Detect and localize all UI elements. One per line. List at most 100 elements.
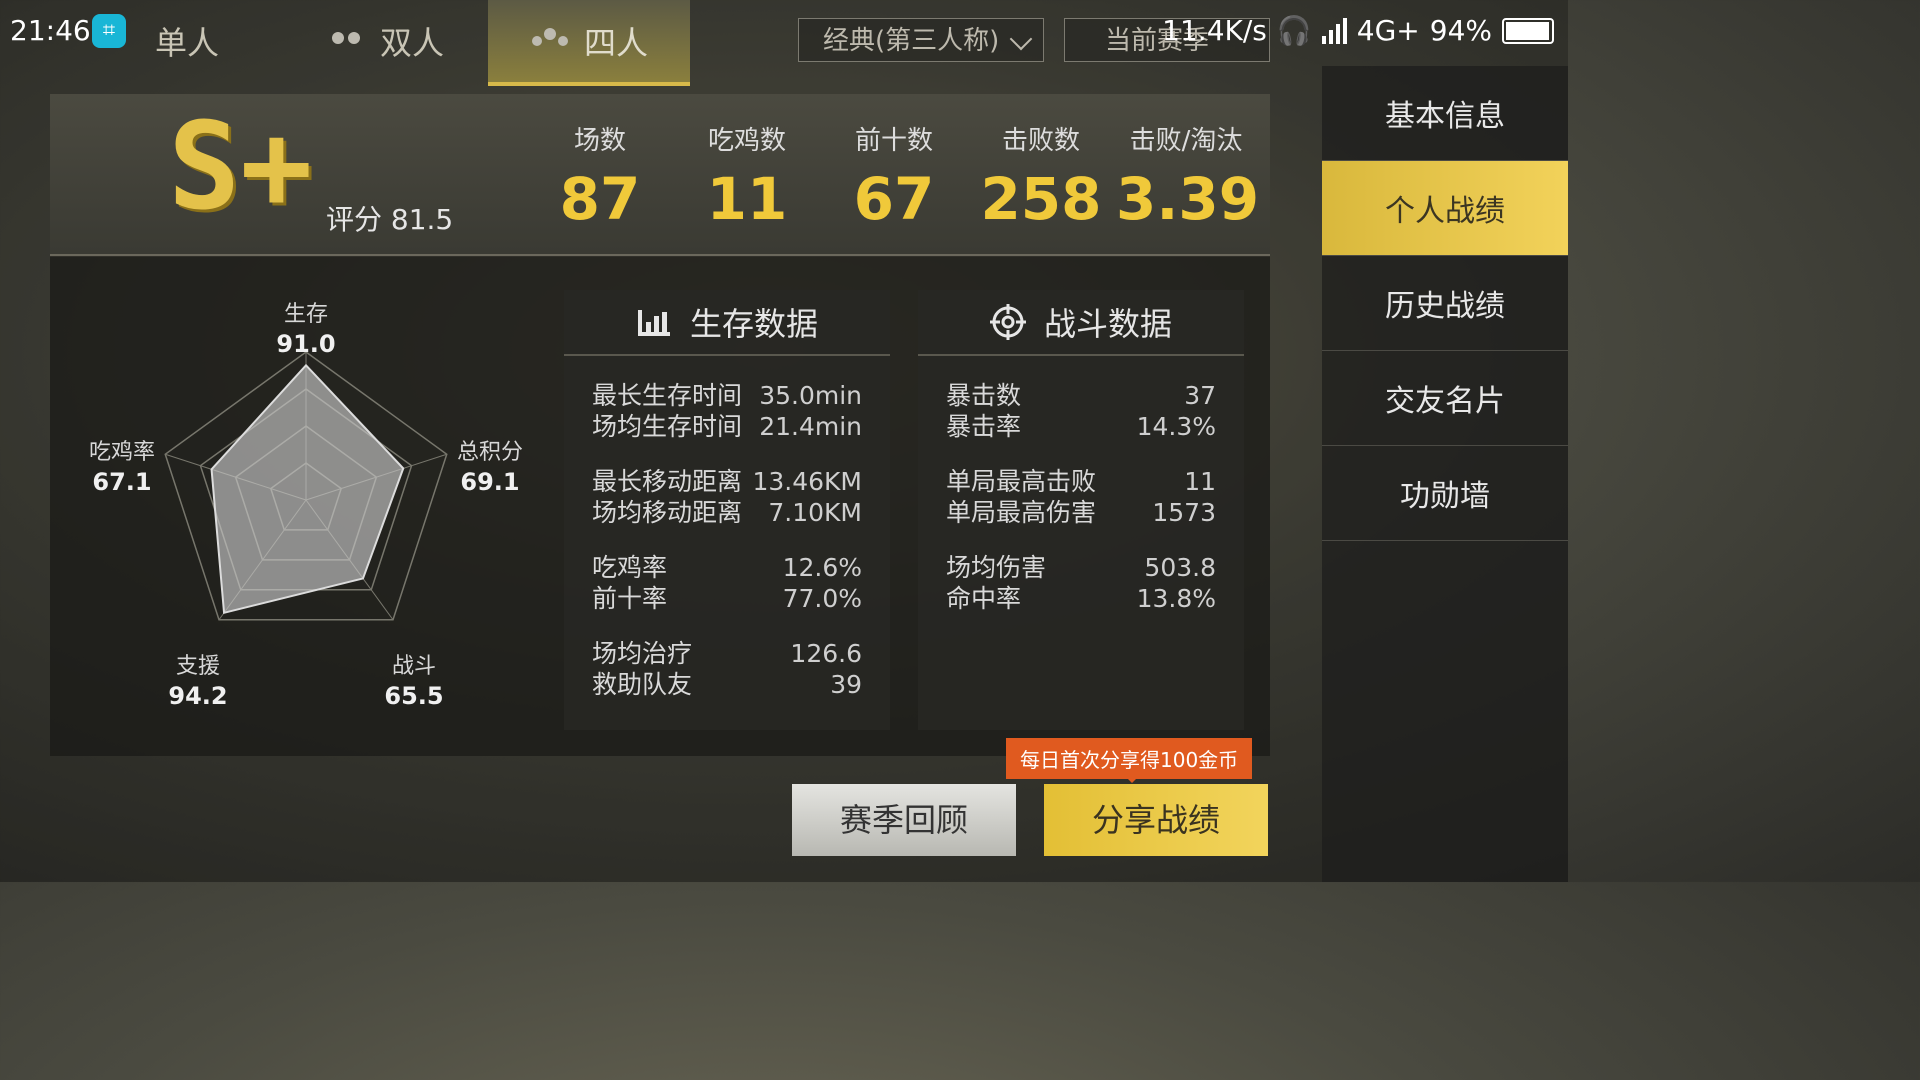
network-speed: 11.4K/s bbox=[1162, 14, 1267, 47]
stat-row: 暴击率 14.3% bbox=[918, 411, 1244, 442]
network-type: 4G+ bbox=[1356, 14, 1420, 47]
sidebar-item-history[interactable]: 历史战绩 bbox=[1322, 256, 1568, 351]
tab-solo[interactable]: 单人 bbox=[92, 0, 282, 82]
stat-value: 11 bbox=[706, 165, 788, 233]
stat-wins: 吃鸡数 11 bbox=[677, 120, 817, 233]
row-label: 前十率 bbox=[592, 584, 668, 613]
crosshair-icon bbox=[989, 304, 1026, 340]
row-value: 14.3% bbox=[1136, 412, 1216, 441]
stat-row: 前十率 77.0% bbox=[564, 583, 890, 614]
sidebar-item-friend-card[interactable]: 交友名片 bbox=[1322, 351, 1568, 446]
chevron-down-icon bbox=[1009, 27, 1033, 51]
stat-value: 258 bbox=[980, 165, 1102, 233]
sidebar-item-personal-record[interactable]: 个人战绩 bbox=[1322, 161, 1568, 256]
tab-duo[interactable]: 双人 bbox=[290, 0, 480, 82]
tab-squad[interactable]: 四人 bbox=[488, 0, 690, 86]
stat-row: 吃鸡率 12.6% bbox=[564, 552, 890, 583]
radar-axis-name: 支援 bbox=[175, 654, 220, 679]
radar-label-total: 总积分 69.1 bbox=[430, 434, 550, 496]
combat-card-title: 战斗数据 bbox=[1043, 305, 1172, 343]
radar-axis-value: 67.1 bbox=[92, 468, 152, 496]
rank-badge: S+ bbox=[168, 98, 313, 237]
row-label: 救助队友 bbox=[592, 670, 693, 699]
sidebar-label: 功勋墙 bbox=[1400, 479, 1490, 514]
stat-row: 最长移动距离 13.46KM bbox=[564, 466, 890, 497]
row-label: 单局最高击败 bbox=[946, 467, 1097, 496]
sidebar-label: 历史战绩 bbox=[1385, 289, 1505, 324]
stat-row: 场均伤害 503.8 bbox=[918, 552, 1244, 583]
duo-icon bbox=[326, 26, 366, 56]
sidebar-label: 个人战绩 bbox=[1385, 194, 1505, 229]
share-record-button[interactable]: 分享战绩 bbox=[1044, 784, 1268, 856]
squad-icon bbox=[530, 26, 570, 56]
survival-group: 吃鸡率 12.6% 前十率 77.0% bbox=[564, 552, 890, 614]
mode-select[interactable]: 经典(第三人称) bbox=[798, 18, 1044, 62]
row-label: 最长移动距离 bbox=[592, 467, 743, 496]
stat-row: 单局最高伤害 1573 bbox=[918, 497, 1244, 528]
stat-row: 救助队友 39 bbox=[564, 669, 890, 700]
row-value: 13.46KM bbox=[752, 467, 862, 496]
row-value: 35.0min bbox=[759, 381, 862, 410]
sidebar-label: 基本信息 bbox=[1385, 99, 1505, 134]
stat-matches: 场数 87 bbox=[530, 120, 670, 233]
stat-value: 87 bbox=[559, 165, 641, 233]
detail-panel: 生存 91.0 总积分 69.1 战斗 65.5 支援 94.2 吃鸡率 67.… bbox=[50, 256, 1270, 756]
radar-axis-name: 总积分 bbox=[456, 440, 523, 465]
stat-label: 击败/淘汰 bbox=[1129, 126, 1243, 156]
rating-score: 评分 81.5 bbox=[326, 203, 454, 236]
stat-row: 单局最高击败 11 bbox=[918, 466, 1244, 497]
season-review-button[interactable]: 赛季回顾 bbox=[792, 784, 1016, 856]
stat-row: 场均治疗 126.6 bbox=[564, 638, 890, 669]
combat-card-header: 战斗数据 bbox=[918, 290, 1244, 356]
survival-card-header: 生存数据 bbox=[564, 290, 890, 356]
combat-group: 暴击数 37 暴击率 14.3% bbox=[918, 380, 1244, 442]
row-label: 命中率 bbox=[946, 584, 1022, 613]
squad-tab-label: 四人 bbox=[583, 24, 648, 62]
stat-row: 场均生存时间 21.4min bbox=[564, 411, 890, 442]
mode-select-value: 经典(第三人称) bbox=[823, 26, 1000, 56]
combat-group: 场均伤害 503.8 命中率 13.8% bbox=[918, 552, 1244, 614]
radar-label-combat: 战斗 65.5 bbox=[354, 648, 474, 710]
row-value: 1573 bbox=[1152, 498, 1216, 527]
sidebar-item-basic-info[interactable]: 基本信息 bbox=[1322, 66, 1568, 161]
radar-axis-name: 战斗 bbox=[391, 654, 436, 679]
radar-axis-value: 65.5 bbox=[384, 682, 444, 710]
battery-icon bbox=[1502, 17, 1554, 44]
row-value: 11 bbox=[1184, 467, 1216, 496]
row-label: 最长生存时间 bbox=[592, 381, 743, 410]
row-value: 126.6 bbox=[790, 639, 862, 668]
bar-chart-icon bbox=[637, 310, 670, 336]
duo-tab-label: 双人 bbox=[379, 24, 444, 62]
row-value: 37 bbox=[1184, 381, 1216, 410]
row-label: 场均治疗 bbox=[592, 639, 693, 668]
stat-row: 最长生存时间 35.0min bbox=[564, 380, 890, 411]
radar-axis-value: 94.2 bbox=[168, 682, 228, 710]
row-value: 77.0% bbox=[782, 584, 862, 613]
stat-label: 场数 bbox=[573, 126, 626, 156]
row-label: 场均伤害 bbox=[946, 553, 1047, 582]
summary-panel: S+ 评分 81.5 场数 87 吃鸡数 11 前十数 67 击败数 258 击… bbox=[50, 94, 1270, 257]
radar-label-support: 支援 94.2 bbox=[138, 648, 258, 710]
stat-row: 暴击数 37 bbox=[918, 380, 1244, 411]
row-value: 39 bbox=[830, 670, 862, 699]
radar-axis-value: 91.0 bbox=[276, 330, 336, 358]
sidebar: 基本信息 个人战绩 历史战绩 交友名片 功勋墙 bbox=[1322, 66, 1568, 882]
survival-group: 最长移动距离 13.46KM 场均移动距离 7.10KM bbox=[564, 466, 890, 528]
stat-label: 前十数 bbox=[854, 126, 933, 156]
radar-axis-value: 69.1 bbox=[460, 468, 520, 496]
radar-label-survival: 生存 91.0 bbox=[246, 296, 366, 358]
solo-tab-label: 单人 bbox=[154, 24, 219, 62]
stat-row: 命中率 13.8% bbox=[918, 583, 1244, 614]
radar-label-winrate: 吃鸡率 67.1 bbox=[62, 434, 182, 496]
row-value: 13.8% bbox=[1136, 584, 1216, 613]
stat-value: 3.39 bbox=[1116, 165, 1260, 233]
status-indicators: 11.4K/s 🎧 4G+ 94% bbox=[1162, 14, 1554, 47]
sidebar-item-honor-wall[interactable]: 功勋墙 bbox=[1322, 446, 1568, 541]
survival-card-title: 生存数据 bbox=[689, 305, 818, 343]
combat-group: 单局最高击败 11 单局最高伤害 1573 bbox=[918, 466, 1244, 528]
row-label: 单局最高伤害 bbox=[946, 498, 1097, 527]
row-label: 暴击率 bbox=[946, 412, 1022, 441]
sidebar-label: 交友名片 bbox=[1385, 384, 1505, 419]
survival-data-card: 生存数据 最长生存时间 35.0min 场均生存时间 21.4min 最长移动距离 1… bbox=[564, 290, 890, 730]
stat-label: 吃鸡数 bbox=[707, 126, 786, 156]
